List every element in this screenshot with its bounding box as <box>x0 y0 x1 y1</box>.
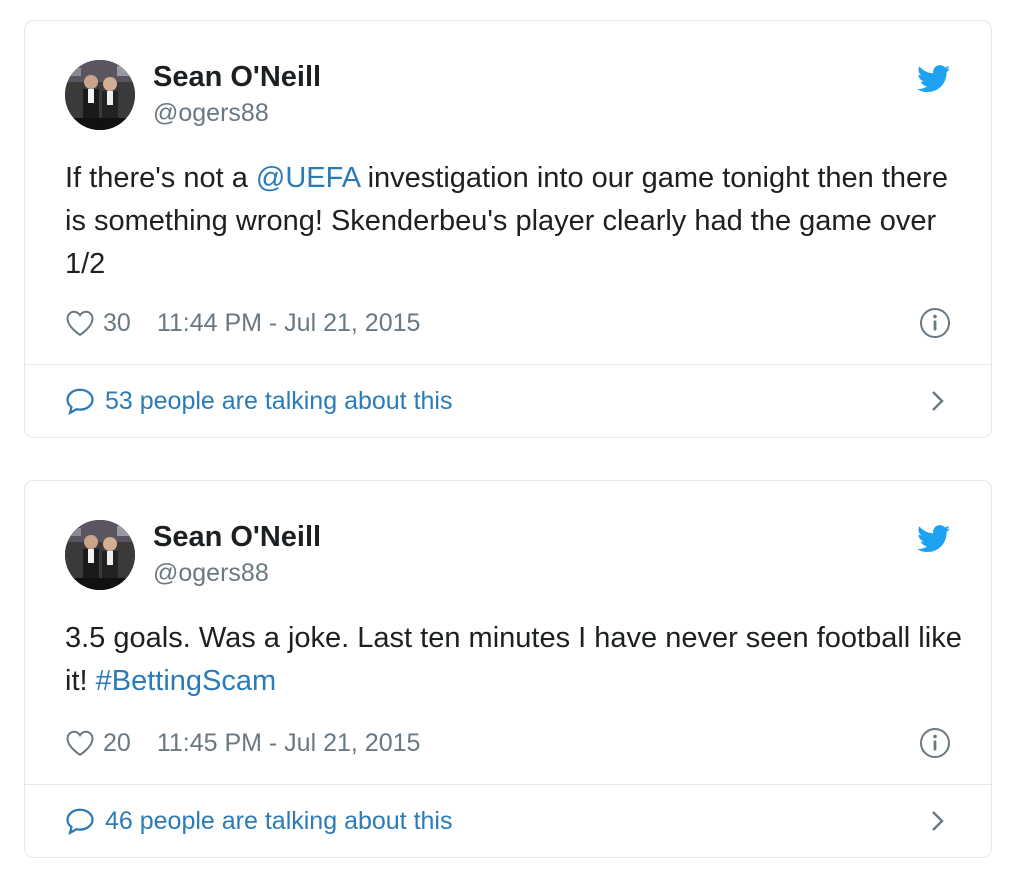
info-icon[interactable] <box>919 307 951 339</box>
tweet-card: Sean O'Neill @ogers88 If there's not a @… <box>24 20 992 438</box>
mention-link[interactable]: @UEFA <box>256 162 360 194</box>
tweet-meta: 30 11:44 PM - Jul 21, 2015 <box>65 306 420 340</box>
divider <box>25 784 991 785</box>
like-count[interactable]: 30 <box>103 309 131 338</box>
heart-icon[interactable] <box>65 729 95 757</box>
timestamp[interactable]: 11:44 PM - Jul 21, 2015 <box>157 309 421 338</box>
twitter-bird-icon[interactable] <box>917 65 951 93</box>
author-handle[interactable]: @ogers88 <box>153 98 269 128</box>
speech-bubble-icon <box>66 388 94 415</box>
author-name[interactable]: Sean O'Neill <box>153 59 321 95</box>
tweet-text: 3.5 goals. Was a joke. Last ten minutes … <box>65 617 965 703</box>
twitter-bird-icon[interactable] <box>917 525 951 553</box>
speech-bubble-icon <box>66 808 94 835</box>
conversation-text[interactable]: 53 people are talking about this <box>105 387 452 416</box>
info-icon[interactable] <box>919 727 951 759</box>
avatar[interactable] <box>65 60 135 130</box>
conversation-link[interactable]: 53 people are talking about this <box>65 384 452 418</box>
divider <box>25 364 991 365</box>
tweet-text: If there's not a @UEFA investigation int… <box>65 157 965 286</box>
heart-icon[interactable] <box>65 309 95 337</box>
chevron-right-icon[interactable] <box>929 387 947 415</box>
tweet-text-part: If there's not a <box>65 162 256 194</box>
tweet-card: Sean O'Neill @ogers88 3.5 goals. Was a j… <box>24 480 992 858</box>
chevron-right-icon[interactable] <box>929 807 947 835</box>
author-name[interactable]: Sean O'Neill <box>153 519 321 555</box>
author-handle[interactable]: @ogers88 <box>153 558 269 588</box>
hashtag-link[interactable]: #BettingScam <box>96 665 277 697</box>
conversation-link[interactable]: 46 people are talking about this <box>65 804 452 838</box>
like-count[interactable]: 20 <box>103 729 131 758</box>
conversation-text[interactable]: 46 people are talking about this <box>105 807 452 836</box>
tweet-meta: 20 11:45 PM - Jul 21, 2015 <box>65 726 420 760</box>
avatar[interactable] <box>65 520 135 590</box>
timestamp[interactable]: 11:45 PM - Jul 21, 2015 <box>157 729 421 758</box>
